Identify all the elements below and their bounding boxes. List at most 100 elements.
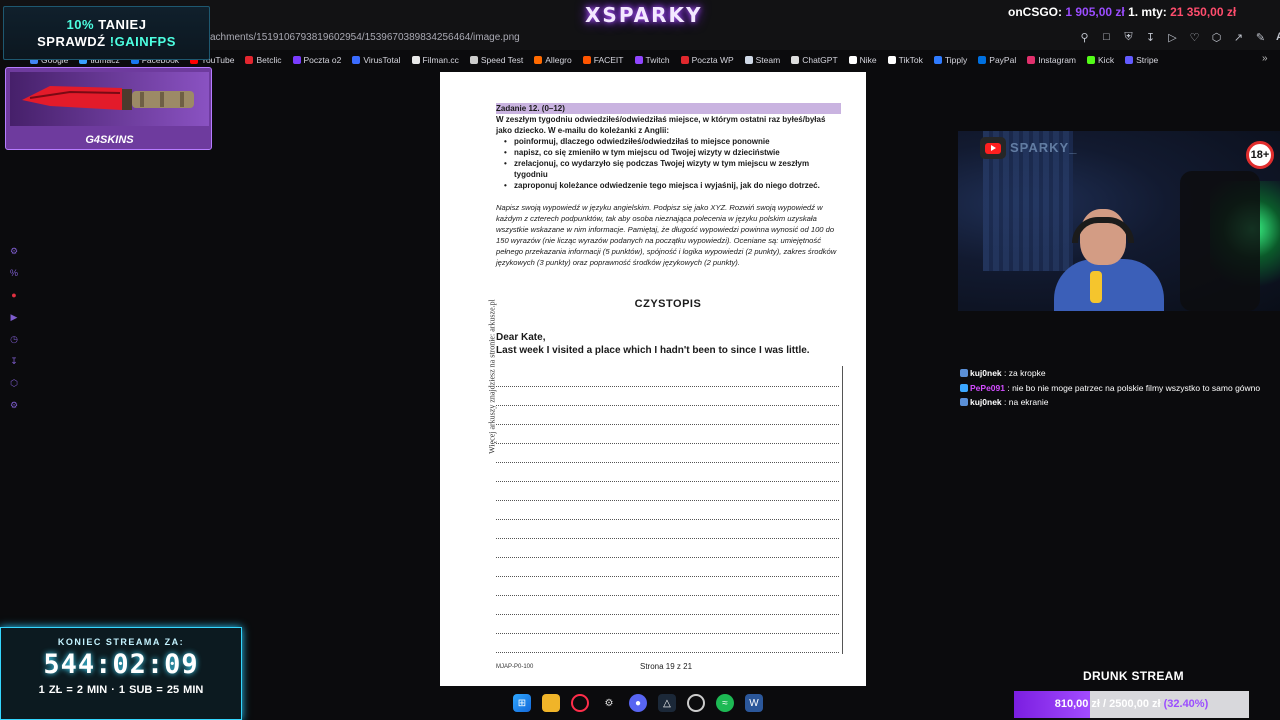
knife-image	[22, 86, 194, 110]
bookmark-label: Betclic	[256, 55, 282, 65]
play-circle-icon[interactable]: ▶	[7, 312, 21, 326]
download-icon[interactable]: ↧	[1144, 31, 1157, 44]
opera-gx-icon[interactable]	[571, 694, 589, 712]
play-icon[interactable]: ▷	[1166, 31, 1179, 44]
document-code: MJAP-P0-100	[496, 664, 534, 670]
puzzle-icon[interactable]: ⬡	[7, 378, 21, 392]
steelseries-icon[interactable]: ⚙	[600, 694, 618, 712]
screenshot-icon[interactable]: □	[1100, 31, 1113, 44]
pin-icon[interactable]: ⚲	[1078, 31, 1091, 44]
spotify-icon[interactable]: ≈	[716, 694, 734, 712]
bookmark-item[interactable]: Instagram	[1027, 55, 1076, 65]
bookmark-favicon-icon	[245, 56, 254, 64]
bookmark-label: Steam	[755, 55, 781, 65]
settings-icon[interactable]: ⚙	[7, 400, 21, 414]
writing-line	[496, 596, 839, 615]
donation-goal-bar: 810,00 zł / 2500,00 zł (32.40%)	[1014, 691, 1249, 718]
bookmark-label: Nike	[859, 55, 877, 65]
chat-username[interactable]: kuj0nek	[970, 397, 1002, 407]
file-explorer-icon[interactable]	[542, 694, 560, 712]
exam-document-page: Więcej arkuszy znajdziesz na stronie: ar…	[440, 72, 866, 686]
bookmark-label: PayPal	[989, 55, 1017, 65]
word-icon[interactable]: W	[745, 694, 763, 712]
sidebar-icons: ⚙ % ● ▶ ◷ ↧ ⬡ ⚙	[7, 246, 21, 414]
bookmark-item[interactable]: Steam	[744, 55, 781, 65]
chat-badge-icon	[960, 398, 968, 406]
chat-message: kuj0nek : na ekranie	[960, 395, 1280, 410]
bookmark-label: Tipply	[944, 55, 968, 65]
bookmark-favicon-icon	[534, 56, 543, 64]
badge-icon[interactable]: ●	[7, 290, 21, 304]
writing-lines	[496, 368, 839, 653]
writing-line	[496, 368, 839, 387]
bookmark-favicon-icon	[292, 56, 301, 64]
bookmark-favicon-icon	[791, 56, 800, 64]
promo-line1-text: TANIEJ	[98, 17, 147, 32]
bookmark-item[interactable]: Tipply	[933, 55, 968, 65]
chat-username[interactable]: kuj0nek	[970, 368, 1002, 378]
steam-icon[interactable]: △	[658, 694, 676, 712]
bookmark-item[interactable]: Speed Test	[469, 55, 523, 65]
bookmark-favicon-icon	[352, 56, 361, 64]
knife-showcase	[10, 72, 209, 126]
shield-icon[interactable]: ⛨	[1122, 31, 1135, 44]
share-icon[interactable]: ↗	[1232, 31, 1245, 44]
skins-brand-logo: G4SKINS	[85, 134, 134, 146]
bookmark-item[interactable]: FACEIT	[582, 55, 624, 65]
bookmark-item[interactable]: ChatGPT	[791, 55, 838, 65]
clock-icon[interactable]: ◷	[7, 334, 21, 348]
task-bullet: zaproponuj koleżance odwiedzenie tego mi…	[504, 180, 841, 191]
chrome-icon[interactable]	[687, 694, 705, 712]
price-ticker: onCSGO: 1 905,00 zł 1. mty: 21 350,00 zł	[1008, 5, 1236, 19]
bookmark-favicon-icon	[634, 56, 643, 64]
section-heading: CZYSTOPIS	[634, 298, 702, 310]
extensions-icon[interactable]: ⬡	[1210, 31, 1223, 44]
bookmark-item[interactable]: Stripe	[1125, 55, 1158, 65]
task-bullet: napisz, co się zmieniło w tym miejscu od…	[504, 147, 841, 158]
bookmark-item[interactable]: Kick	[1087, 55, 1114, 65]
countdown-rates: 1 ZŁ = 2 MIN · 1 SUB = 25 MIN	[38, 684, 204, 696]
microphone	[1090, 271, 1102, 303]
taskbar: ⊞ ⚙ ● △ ≈ W	[513, 694, 763, 712]
bookmark-favicon-icon	[582, 56, 591, 64]
promo-banner: 10% TANIEJ SPRAWDŹ !GAINFPS	[3, 6, 210, 60]
bookmark-item[interactable]: Twitch	[634, 55, 670, 65]
bookmark-item[interactable]: Filman.cc	[411, 55, 459, 65]
ai-button[interactable]: AI	[1276, 31, 1280, 44]
task-intro: W zeszłym tygodniu odwiedziłeś/odwiedził…	[496, 115, 826, 135]
bookmark-item[interactable]: Poczta WP	[680, 55, 734, 65]
heart-icon[interactable]: ♡	[1188, 31, 1201, 44]
download-icon[interactable]: ↧	[7, 356, 21, 370]
bookmarks-overflow-icon[interactable]: »	[1262, 53, 1268, 64]
bookmark-favicon-icon	[411, 56, 420, 64]
address-bar-url[interactable]: achments/1519106793819602954/15396703898…	[210, 32, 520, 43]
chat-username[interactable]: PePe091	[970, 383, 1005, 393]
ticker-label-1: onCSGO:	[1008, 5, 1062, 19]
goal-current: 810,00 zł	[1054, 698, 1100, 710]
bookmark-label: TikTok	[898, 55, 923, 65]
chat-badge-icon	[960, 383, 968, 392]
bookmark-item[interactable]: TikTok	[887, 55, 923, 65]
bot-icon[interactable]: ⚙	[7, 246, 21, 260]
chat-text: nie bo nie moge patrzec na polskie filmy…	[1012, 382, 1261, 393]
bookmark-item[interactable]: Nike	[848, 55, 877, 65]
bookmark-item[interactable]: PayPal	[978, 55, 1016, 65]
stream-brand-logo: XSPARKY	[585, 3, 703, 27]
bookmark-label: Allegro	[545, 55, 572, 65]
task-title: Zadanie 12. (0–12)	[496, 103, 841, 114]
bookmark-item[interactable]: VirusTotal	[352, 55, 401, 65]
bookmark-item[interactable]: Poczta o2	[292, 55, 341, 65]
bookmark-favicon-icon	[680, 56, 689, 64]
task-bullet: zrelacjonuj, co wydarzyło się podczas Tw…	[504, 158, 841, 180]
goal-percent: (32.40%)	[1163, 698, 1209, 710]
ticker-value-2: 21 350,00 zł	[1170, 5, 1237, 19]
bookmark-item[interactable]: Betclic	[245, 55, 282, 65]
discord-icon[interactable]: ●	[629, 694, 647, 712]
windows-start-icon[interactable]: ⊞	[513, 694, 531, 712]
stream-countdown: KONIEC STREAMA ZA: 544:02:09 1 ZŁ = 2 MI…	[0, 627, 242, 720]
edit-icon[interactable]: ✎	[1254, 31, 1267, 44]
letter-greeting: Dear Kate,	[496, 332, 546, 343]
percent-icon[interactable]: %	[7, 268, 21, 282]
chat-badge-icon	[960, 369, 968, 377]
bookmark-item[interactable]: Allegro	[534, 55, 572, 65]
